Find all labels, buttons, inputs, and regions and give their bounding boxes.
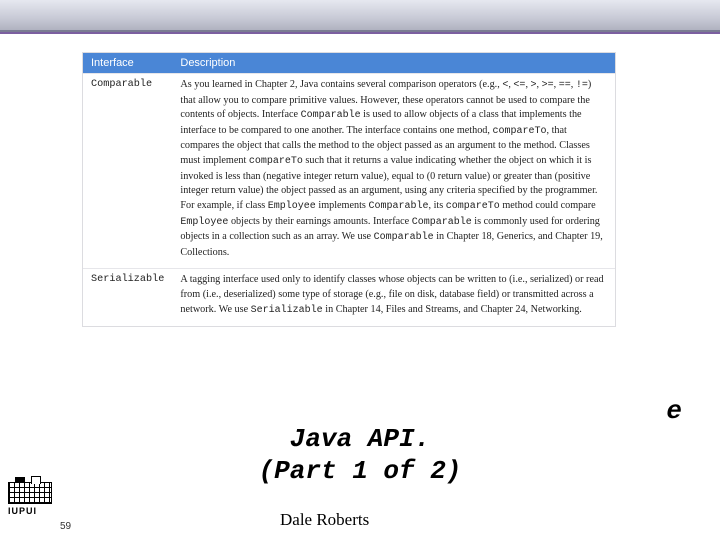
logo-text: IUPUI: [8, 506, 52, 516]
col-header-description: Description: [172, 53, 615, 74]
logo-icon: [8, 482, 52, 504]
col-header-interface: Interface: [83, 53, 172, 74]
interfaces-table-panel: Interface Description Comparable As you …: [82, 52, 616, 327]
interfaces-table: Interface Description Comparable As you …: [83, 53, 615, 326]
slide-title-line2: (Part 1 of 2): [259, 456, 462, 486]
slide-title: Java API. (Part 1 of 2): [0, 424, 720, 487]
accent-line: [0, 32, 720, 34]
interface-description-cell: As you learned in Chapter 2, Java contai…: [172, 74, 615, 269]
cropped-title-fragment: e: [666, 396, 682, 426]
page-number: 59: [60, 521, 71, 532]
interface-name-cell: Comparable: [83, 74, 172, 269]
interface-name-cell: Serializable: [83, 269, 172, 327]
footer-author: Dale Roberts: [280, 510, 369, 530]
table-row: Comparable As you learned in Chapter 2, …: [83, 74, 615, 269]
slide-header-bar: [0, 0, 720, 32]
iupui-logo: IUPUI: [8, 482, 52, 518]
interface-description-cell: A tagging interface used only to identif…: [172, 269, 615, 327]
slide-title-line1: Java API.: [290, 424, 430, 454]
table-row: Serializable A tagging interface used on…: [83, 269, 615, 327]
